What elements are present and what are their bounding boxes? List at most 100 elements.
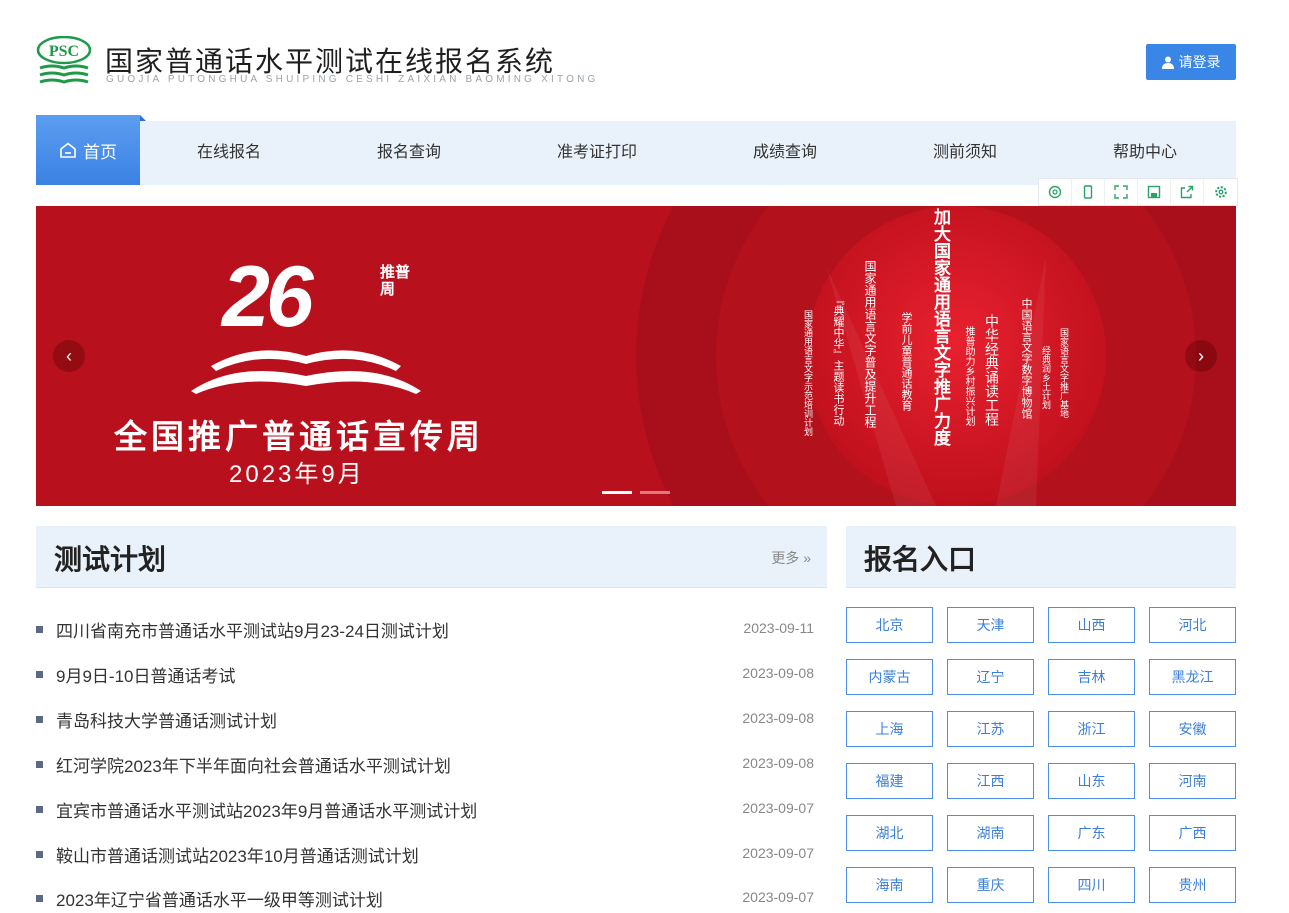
save-icon[interactable] xyxy=(1138,179,1171,205)
login-button[interactable]: 请登录 xyxy=(1146,44,1236,80)
banner-background xyxy=(36,206,1236,506)
banner-line-9: 国家语言文字推广基地 xyxy=(1059,328,1069,418)
banner-line-5: 推普助力乡村振兴计划 xyxy=(963,326,974,426)
bullet xyxy=(36,671,43,678)
province-button-shanxi[interactable]: 山西 xyxy=(1048,607,1135,643)
bullet xyxy=(36,851,43,858)
plan-item-date: 2023-09-07 xyxy=(742,800,814,816)
page: PSC 国家普通话水平测试在线报名系统 GUOJIA PUTONGHUA SHU… xyxy=(0,0,1289,913)
plan-item-date: 2023-09-07 xyxy=(742,845,814,861)
province-button-guangxi[interactable]: 广西 xyxy=(1149,815,1236,851)
banner-line-8: 经典润乡土计划 xyxy=(1041,346,1051,409)
province-button-fujian[interactable]: 福建 xyxy=(846,763,933,799)
plan-item[interactable]: 四川省南充市普通话水平测试站9月23-24日测试计划 2023-09-11 xyxy=(36,614,816,644)
home-icon xyxy=(60,142,76,158)
banner-line-3: 国家通用语言文字普及提升工程 xyxy=(863,260,877,428)
main-nav: 首页 在线报名 报名查询 准考证打印 成绩查询 测前须知 帮助中心 xyxy=(36,115,1236,185)
psc-logo[interactable]: PSC xyxy=(36,36,92,88)
nav-item-help-center[interactable]: 帮助中心 xyxy=(1113,121,1177,185)
plan-item-date: 2023-09-08 xyxy=(742,665,814,681)
province-button-hainan[interactable]: 海南 xyxy=(846,867,933,903)
province-button-guizhou[interactable]: 贵州 xyxy=(1149,867,1236,903)
nav-item-score-query[interactable]: 成绩查询 xyxy=(753,121,817,185)
plan-header: 测试计划 更多 » xyxy=(36,526,827,588)
site-subtitle: GUOJIA PUTONGHUA SHUIPING CESHI ZAIXIAN … xyxy=(106,74,599,85)
plan-item-date: 2023-09-08 xyxy=(742,755,814,771)
province-button-henan[interactable]: 河南 xyxy=(1149,763,1236,799)
settings-icon[interactable] xyxy=(1204,179,1237,205)
plan-item-title: 宜宾市普通话水平测试站2023年9月普通话水平测试计划 xyxy=(56,802,478,821)
banner-date: 2023年9月 xyxy=(229,461,365,488)
plan-item-title: 青岛科技大学普通话测试计划 xyxy=(56,712,277,731)
province-button-neimenggu[interactable]: 内蒙古 xyxy=(846,659,933,695)
share-icon[interactable] xyxy=(1171,179,1204,205)
bullet xyxy=(36,895,43,902)
province-button-liaoning[interactable]: 辽宁 xyxy=(947,659,1034,695)
plan-item[interactable]: 9月9日-10日普通话考试 2023-09-08 xyxy=(36,659,816,689)
nav-item-online-signup[interactable]: 在线报名 xyxy=(197,121,261,185)
plan-item-date: 2023-09-11 xyxy=(743,620,814,636)
province-button-guangdong[interactable]: 广东 xyxy=(1048,815,1135,851)
plan-item-title: 9月9日-10日普通话考试 xyxy=(56,667,236,686)
bullet xyxy=(36,806,43,813)
nav-home-label: 首页 xyxy=(83,142,117,162)
plan-item-title: 2023年辽宁省普通话水平一级甲等测试计划 xyxy=(56,891,383,910)
banner-prev-arrow[interactable]: ‹ xyxy=(53,340,85,372)
province-button-chongqing[interactable]: 重庆 xyxy=(947,867,1034,903)
banner-line-2: 『典耀中华』主题读书行动 xyxy=(832,294,844,426)
nav-item-ticket-print[interactable]: 准考证打印 xyxy=(557,121,637,185)
plan-item-title: 鞍山市普通话测试站2023年10月普通话测试计划 xyxy=(56,847,419,866)
banner-dot-1[interactable] xyxy=(602,491,632,494)
banner-title: 全国推广普通话宣传周 xyxy=(114,418,484,455)
login-label: 请登录 xyxy=(1178,54,1221,70)
fullscreen-icon[interactable] xyxy=(1105,179,1138,205)
plan-item-title: 四川省南充市普通话水平测试站9月23-24日测试计划 xyxy=(56,622,449,641)
plan-more-link[interactable]: 更多 » xyxy=(771,548,811,568)
banner-line-6: 中华经典诵读工程 xyxy=(984,314,1000,426)
hero-banner[interactable]: 26 推普周 全国推广普通话宣传周 2023年9月 国家通用语言文字示范培训计划… xyxy=(36,206,1236,506)
province-button-shandong[interactable]: 山东 xyxy=(1048,763,1135,799)
banner-line-1: 国家通用语言文字示范培训计划 xyxy=(803,310,813,436)
province-button-hunan[interactable]: 湖南 xyxy=(947,815,1034,851)
svg-text:PSC: PSC xyxy=(49,43,79,60)
entry-header: 报名入口 xyxy=(846,526,1236,588)
bullet xyxy=(36,716,43,723)
nav-home[interactable]: 首页 xyxy=(36,115,146,185)
plan-title: 测试计划 xyxy=(54,544,167,575)
nav-item-signup-query[interactable]: 报名查询 xyxy=(377,121,441,185)
province-button-anhui[interactable]: 安徽 xyxy=(1149,711,1236,747)
province-button-shanghai[interactable]: 上海 xyxy=(846,711,933,747)
plan-item[interactable]: 红河学院2023年下半年面向社会普通话水平测试计划 2023-09-08 xyxy=(36,749,816,779)
province-button-jiangxi[interactable]: 江西 xyxy=(947,763,1034,799)
plan-item[interactable]: 鞍山市普通话测试站2023年10月普通话测试计划 2023-09-07 xyxy=(36,839,816,869)
plan-item-date: 2023-09-07 xyxy=(742,889,814,905)
banner-line-4: 学前儿童普通话教育 xyxy=(900,312,912,411)
banner-dot-2[interactable] xyxy=(640,491,670,494)
province-button-tianjin[interactable]: 天津 xyxy=(947,607,1034,643)
refresh-icon[interactable] xyxy=(1039,179,1072,205)
nav-item-pretest-notes[interactable]: 测前须知 xyxy=(933,121,997,185)
mobile-icon[interactable] xyxy=(1072,179,1105,205)
province-button-heilongjiang[interactable]: 黑龙江 xyxy=(1149,659,1236,695)
province-button-sichuan[interactable]: 四川 xyxy=(1048,867,1135,903)
province-button-jilin[interactable]: 吉林 xyxy=(1048,659,1135,695)
province-button-hubei[interactable]: 湖北 xyxy=(846,815,933,851)
entry-title: 报名入口 xyxy=(864,544,977,575)
plan-item[interactable]: 青岛科技大学普通话测试计划 2023-09-08 xyxy=(36,704,816,734)
plan-item[interactable]: 2023年辽宁省普通话水平一级甲等测试计划 2023-09-07 xyxy=(36,883,816,913)
bullet xyxy=(36,761,43,768)
banner-line-7: 中国语言文字数字博物馆 xyxy=(1020,298,1032,419)
bullet xyxy=(36,626,43,633)
plan-item-date: 2023-09-08 xyxy=(742,710,814,726)
province-button-hebei[interactable]: 河北 xyxy=(1149,607,1236,643)
plan-item[interactable]: 宜宾市普通话水平测试站2023年9月普通话水平测试计划 2023-09-07 xyxy=(36,794,816,824)
province-button-beijing[interactable]: 北京 xyxy=(846,607,933,643)
banner-next-arrow[interactable]: › xyxy=(1185,340,1217,372)
province-button-jiangsu[interactable]: 江苏 xyxy=(947,711,1034,747)
province-button-zhejiang[interactable]: 浙江 xyxy=(1048,711,1135,747)
user-icon xyxy=(1161,56,1174,69)
banner-week-tag: 推普周 xyxy=(380,264,411,298)
page-toolbar xyxy=(1038,178,1238,206)
plan-item-title: 红河学院2023年下半年面向社会普通话水平测试计划 xyxy=(56,757,451,776)
banner-main-slogan: 加大国家通用语言文字推广力度 xyxy=(931,208,950,446)
